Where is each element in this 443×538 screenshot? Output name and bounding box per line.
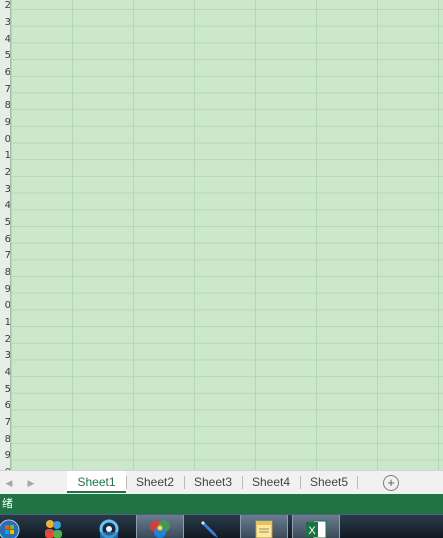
tab-sheet1[interactable]: Sheet1	[67, 471, 126, 493]
row-header[interactable]: 3	[0, 15, 10, 31]
row-header[interactable]: 7	[0, 82, 10, 98]
add-sheet-icon[interactable]: +	[383, 475, 399, 491]
tab-separator	[357, 476, 358, 489]
row-header[interactable]: 5	[0, 382, 10, 398]
row-header[interactable]: 3	[0, 348, 10, 364]
row-header[interactable]: 6	[0, 232, 10, 248]
taskbar-app-network[interactable]	[86, 515, 132, 538]
row-header[interactable]: 3	[0, 182, 10, 198]
row-header[interactable]: 8	[0, 265, 10, 281]
excel-icon-letter: X	[308, 525, 316, 537]
row-header[interactable]: 8	[0, 98, 10, 114]
excel-icon: X	[306, 520, 327, 538]
windows-start-icon	[0, 519, 20, 538]
tab-sheet5[interactable]: Sheet5	[301, 471, 357, 493]
taskbar-app-pen[interactable]	[188, 515, 234, 538]
notepad-icon	[255, 520, 273, 538]
scroll-tabs-left-icon[interactable]: ◀	[2, 475, 16, 491]
taskbar-app-users[interactable]	[30, 515, 76, 538]
taskbar-app-color[interactable]	[136, 515, 184, 538]
pen-icon	[201, 521, 218, 538]
row-header[interactable]: 1	[0, 148, 10, 164]
tab-sheet2[interactable]: Sheet2	[127, 471, 183, 493]
row-headers[interactable]: 2 3 4 5 6 7 8 9 0 1 2 3 4 5 6 7 8 9 0 1 …	[0, 0, 11, 470]
taskbar-app-notepad[interactable]	[240, 515, 288, 538]
color-wheel-icon	[150, 520, 170, 538]
users-icon	[45, 520, 62, 538]
row-header[interactable]: 2	[0, 165, 10, 181]
row-header[interactable]: 9	[0, 282, 10, 298]
row-header[interactable]: 6	[0, 65, 10, 81]
row-header[interactable]: 2	[0, 332, 10, 348]
tab-sheet4[interactable]: Sheet4	[243, 471, 299, 493]
taskbar-app-excel[interactable]: X	[292, 515, 340, 538]
row-header[interactable]: 9	[0, 448, 10, 464]
network-gear-icon	[99, 519, 119, 538]
spreadsheet-grid[interactable]	[0, 0, 443, 470]
row-header[interactable]: 7	[0, 415, 10, 431]
row-header[interactable]: 0	[0, 298, 10, 314]
tab-sheet3[interactable]: Sheet3	[185, 471, 241, 493]
row-header[interactable]: 8	[0, 432, 10, 448]
scroll-tabs-right-icon[interactable]: ▶	[24, 475, 38, 491]
status-text: 绪	[2, 498, 13, 510]
status-bar: 绪	[0, 494, 443, 514]
row-header[interactable]: 1	[0, 315, 10, 331]
row-header[interactable]: 6	[0, 398, 10, 414]
row-header[interactable]: 5	[0, 48, 10, 64]
row-header[interactable]: 9	[0, 115, 10, 131]
row-header[interactable]: 5	[0, 215, 10, 231]
row-header[interactable]: 0	[0, 132, 10, 148]
row-header[interactable]: 7	[0, 248, 10, 264]
row-header[interactable]: 2	[0, 0, 10, 14]
start-button[interactable]	[0, 515, 32, 538]
row-header[interactable]: 4	[0, 365, 10, 381]
row-header[interactable]: 4	[0, 32, 10, 48]
sheet-tab-bar: ◀ ▶ Sheet1 Sheet2 Sheet3 Sheet4 Sheet5 +	[0, 470, 443, 495]
row-header[interactable]: 4	[0, 198, 10, 214]
taskbar: X	[0, 514, 443, 538]
